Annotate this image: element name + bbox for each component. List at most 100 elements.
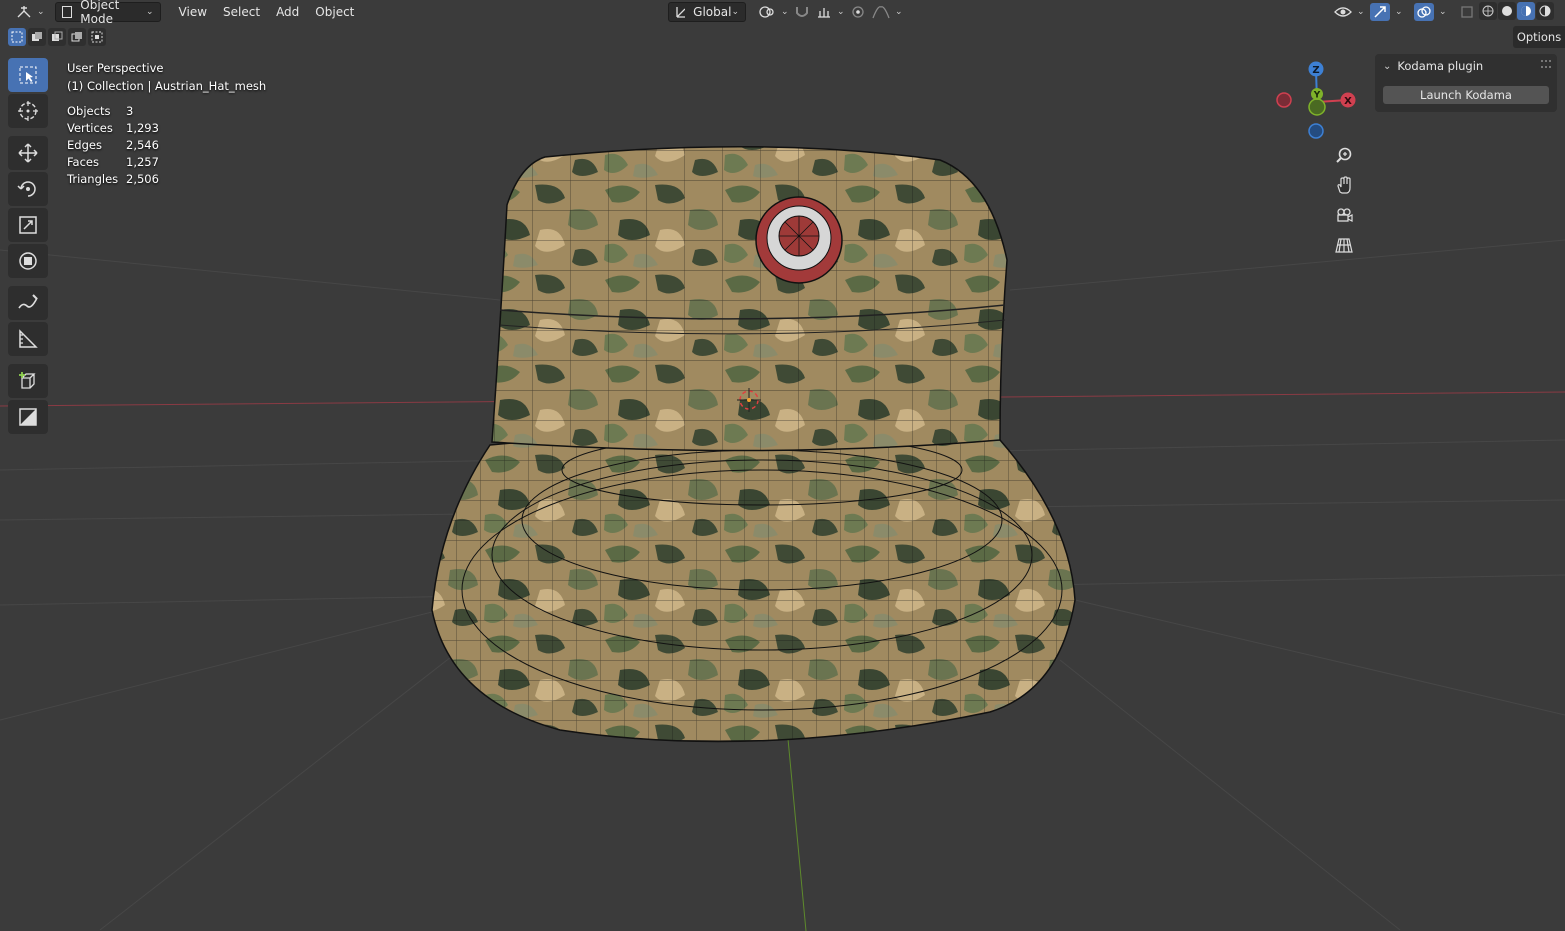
chevron-down-icon: ⌄ bbox=[895, 7, 903, 17]
measure-tool[interactable] bbox=[8, 322, 48, 356]
gizmo-toggle[interactable]: ⌄ bbox=[1364, 2, 1409, 22]
transform-orientation-icon bbox=[676, 7, 686, 18]
proportional-edit-icon bbox=[852, 6, 864, 18]
pan-button[interactable] bbox=[1331, 172, 1357, 198]
select-intersect-icon[interactable] bbox=[88, 28, 106, 46]
stat-value: 1,293 bbox=[126, 121, 159, 135]
move-icon bbox=[18, 143, 38, 163]
navigation-gizmo[interactable]: Z Y X bbox=[1270, 58, 1370, 142]
stat-key: Edges bbox=[67, 138, 102, 152]
falloff-curve-icon bbox=[872, 6, 890, 19]
hand-icon bbox=[1337, 176, 1351, 194]
drag-handle-icon[interactable] bbox=[1541, 60, 1551, 68]
stat-row: Edges 2,546 bbox=[67, 137, 159, 154]
rotate-tool[interactable] bbox=[8, 172, 48, 206]
neg-z-axis-icon[interactable] bbox=[1308, 123, 1324, 139]
scene-statistics: Objects 3 Vertices 1,293 Edges 2,546 Faces 1… bbox=[67, 103, 159, 188]
ruler-icon bbox=[19, 329, 38, 348]
add-cube-icon bbox=[19, 372, 36, 389]
z-axis-label: Z bbox=[1312, 65, 1319, 76]
magnet-icon bbox=[796, 7, 808, 17]
stat-key: Triangles bbox=[67, 172, 119, 186]
stat-key: Objects bbox=[67, 104, 111, 118]
neg-x-axis-icon[interactable] bbox=[1276, 92, 1292, 108]
shading-modes bbox=[1479, 2, 1554, 20]
solid-shading-icon[interactable] bbox=[1498, 2, 1516, 20]
stat-key: Vertices bbox=[67, 121, 113, 135]
stat-value: 3 bbox=[126, 104, 134, 118]
selection-mode-buttons bbox=[8, 28, 106, 46]
kodama-panel: ⌄ Kodama plugin Launch Kodama bbox=[1375, 54, 1557, 112]
cursor-tool[interactable] bbox=[8, 94, 48, 128]
menu-select[interactable]: Select bbox=[215, 2, 268, 22]
stat-key: Faces bbox=[67, 155, 99, 169]
menu-view[interactable]: View bbox=[171, 2, 215, 22]
mode-label: Object Mode bbox=[80, 0, 120, 26]
wireframe-shading-icon[interactable] bbox=[1479, 2, 1497, 20]
annotate-icon bbox=[18, 294, 38, 309]
select-invert-icon[interactable] bbox=[68, 28, 86, 46]
rotate-icon bbox=[17, 181, 36, 197]
menu-add[interactable]: Add bbox=[268, 2, 307, 22]
annotate-tool[interactable] bbox=[8, 286, 48, 320]
orientation-select[interactable]: Global ⌄ bbox=[668, 2, 746, 22]
chevron-down-icon: ⌄ bbox=[1383, 60, 1392, 72]
hat-brim bbox=[431, 430, 1076, 743]
zoom-button[interactable] bbox=[1331, 142, 1357, 168]
viewport-header: ⌄ Object Mode ⌄ View Select Add Object G… bbox=[0, 0, 1565, 26]
menu-object[interactable]: Object bbox=[307, 2, 362, 22]
falloff-button[interactable]: ⌄ bbox=[866, 2, 909, 22]
mode-select[interactable]: Object Mode ⌄ bbox=[54, 0, 161, 26]
stat-row: Objects 3 bbox=[67, 103, 159, 120]
chevron-down-icon: ⌄ bbox=[837, 7, 845, 17]
zoom-icon bbox=[1336, 147, 1352, 163]
scale-tool[interactable] bbox=[8, 208, 48, 242]
stat-value: 2,546 bbox=[126, 138, 159, 152]
panel-header[interactable]: ⌄ Kodama plugin bbox=[1383, 57, 1483, 75]
stat-value: 1,257 bbox=[126, 155, 159, 169]
tool-shelf bbox=[8, 58, 50, 436]
grid-projection-icon bbox=[1335, 238, 1353, 253]
neg-y-axis-icon[interactable] bbox=[1308, 98, 1326, 116]
x-axis-label: X bbox=[1344, 96, 1352, 107]
add-cube-tool[interactable] bbox=[8, 364, 48, 398]
orientation-label: Global bbox=[693, 5, 732, 19]
select-extend-icon[interactable] bbox=[28, 28, 46, 46]
y-axis-label: Y bbox=[1313, 91, 1321, 101]
rendered-shading-icon[interactable] bbox=[1536, 2, 1554, 20]
editor-type-button[interactable]: ⌄ bbox=[10, 2, 51, 22]
xray-toggle[interactable] bbox=[1454, 2, 1480, 22]
select-box-icon bbox=[19, 66, 37, 84]
material-shading-icon[interactable] bbox=[1517, 2, 1535, 20]
stat-row: Triangles 2,506 bbox=[67, 171, 159, 188]
options-button[interactable]: Options bbox=[1513, 26, 1565, 48]
camera-view-button[interactable] bbox=[1331, 202, 1357, 228]
viewport-info: User Perspective (1) Collection | Austri… bbox=[67, 59, 266, 95]
overlays-icon bbox=[1414, 3, 1434, 21]
launch-kodama-button[interactable]: Launch Kodama bbox=[1383, 86, 1549, 104]
pivot-icon bbox=[759, 6, 774, 18]
stat-row: Faces 1,257 bbox=[67, 154, 159, 171]
overlays-toggle[interactable]: ⌄ bbox=[1408, 2, 1453, 22]
collection-label: (1) Collection | Austrian_Hat_mesh bbox=[67, 79, 267, 93]
chevron-down-icon: ⌄ bbox=[146, 7, 154, 17]
chevron-down-icon: ⌄ bbox=[1439, 7, 1447, 17]
gizmo-icon bbox=[1370, 3, 1390, 21]
object-mode-icon bbox=[61, 6, 73, 18]
chevron-down-icon: ⌄ bbox=[37, 7, 45, 17]
move-tool[interactable] bbox=[8, 136, 48, 170]
xray-icon bbox=[1461, 6, 1473, 18]
select-box-tool[interactable] bbox=[8, 58, 48, 92]
image-tool[interactable] bbox=[8, 400, 48, 434]
scale-icon bbox=[19, 216, 37, 234]
image-plane-icon bbox=[19, 408, 37, 426]
chevron-down-icon: ⌄ bbox=[1395, 7, 1403, 17]
select-subtract-icon[interactable] bbox=[48, 28, 66, 46]
cursor-icon bbox=[18, 101, 38, 121]
projection-toggle-button[interactable] bbox=[1331, 232, 1357, 258]
cockade bbox=[755, 196, 843, 284]
select-new-icon[interactable] bbox=[8, 28, 26, 46]
chevron-down-icon: ⌄ bbox=[731, 7, 739, 17]
transform-tool[interactable] bbox=[8, 244, 48, 278]
perspective-label: User Perspective bbox=[67, 61, 164, 75]
